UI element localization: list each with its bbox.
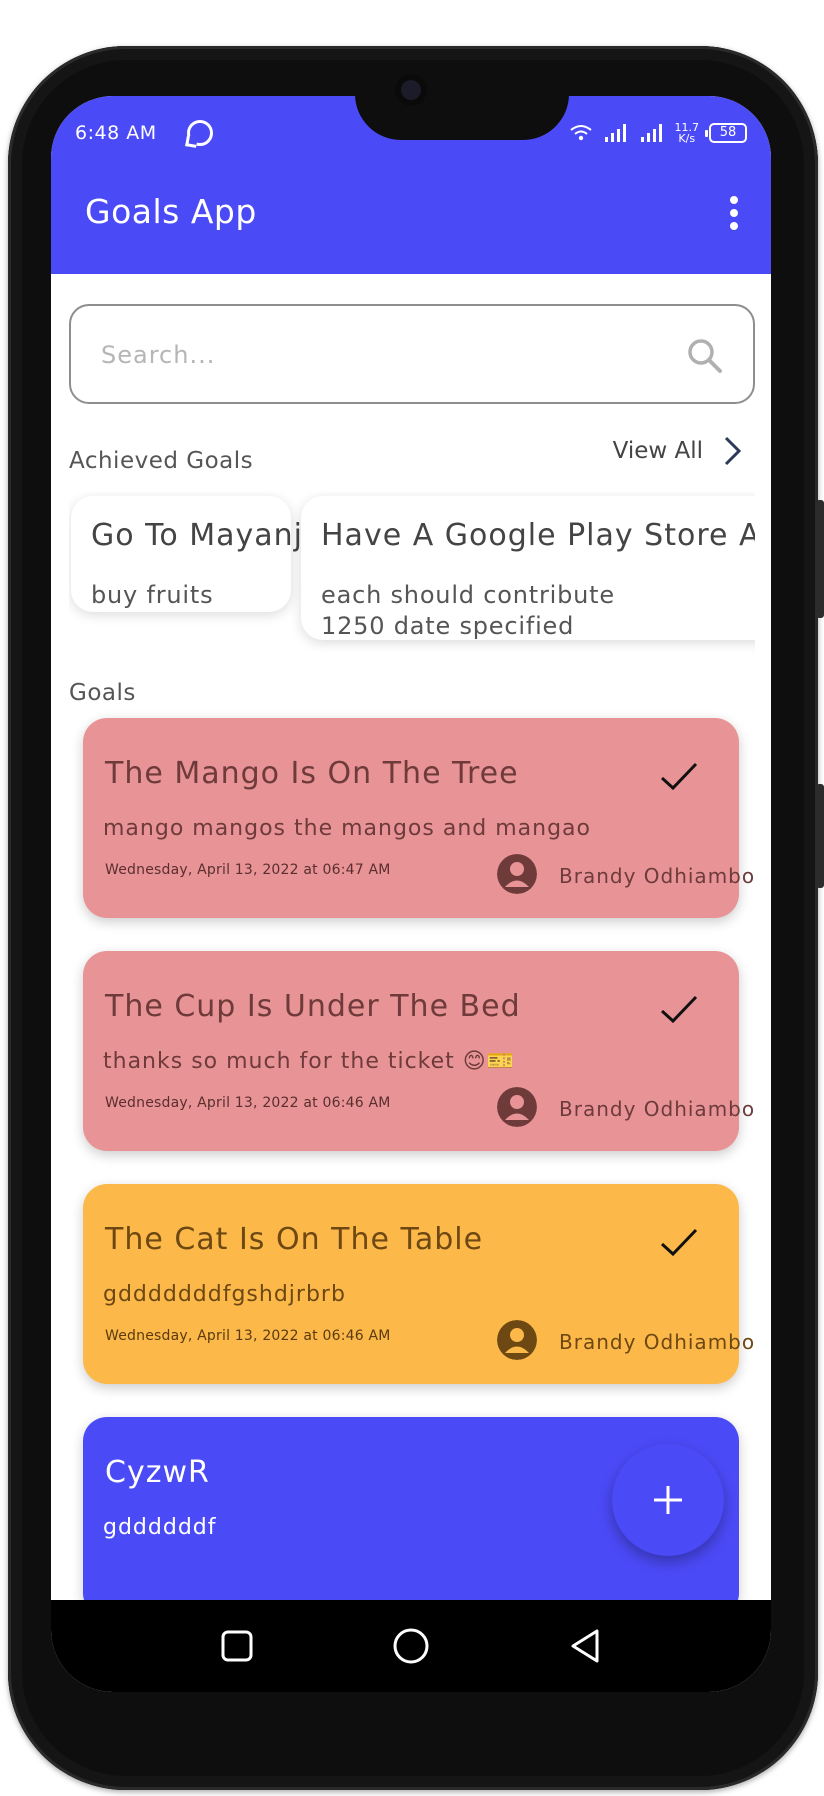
goal-card[interactable]: The Cat Is On The Table gdddddddfgshdjrb… [83, 1184, 754, 1384]
goal-date: Wednesday, April 13, 2022 at 06:47 AM [105, 862, 391, 878]
wifi-icon [569, 125, 592, 141]
app-title: Goals App [85, 192, 257, 231]
search-input[interactable] [99, 334, 663, 376]
goal-description: gdddddddfgshdjrbrb [103, 1282, 346, 1307]
check-icon[interactable] [659, 760, 699, 794]
goals-label: Goals [69, 680, 136, 706]
search-icon[interactable] [685, 336, 725, 376]
whatsapp-icon [187, 120, 213, 146]
goal-description: thanks so much for the ticket 😊🎫 [103, 1049, 516, 1074]
goal-card[interactable]: The Cup Is Under The Bed thanks so much … [83, 951, 754, 1151]
achieved-goal-title: Have A Google Play Store Ac [321, 518, 755, 553]
display-notch [355, 96, 569, 140]
phone-screen: 6:48 AM 11.7 K/s 58 Goals App Search... … [51, 96, 771, 1692]
goal-author: Brandy Odhiambo [559, 1330, 756, 1354]
goal-author: Brandy Odhiambo [559, 1097, 756, 1121]
goal-date: Wednesday, April 13, 2022 at 06:46 AM [105, 1095, 391, 1111]
goal-date: Wednesday, April 13, 2022 at 06:46 AM [105, 1328, 391, 1344]
goal-title: The Cat Is On The Table [105, 1222, 484, 1257]
goal-description: mango mangos the mangos and mangao [103, 816, 591, 841]
system-nav-bar [51, 1600, 771, 1692]
volume-button [816, 500, 824, 618]
goal-card[interactable]: The Mango Is On The Tree mango mangos th… [83, 718, 754, 918]
status-time: 6:48 AM [75, 122, 157, 144]
achieved-goals-list: Go To Mayanja buy fruits Have A Google P… [69, 492, 755, 682]
battery-icon: 58 [705, 123, 747, 143]
achieved-goal-card[interactable]: Have A Google Play Store Ac each should … [301, 496, 755, 640]
check-icon[interactable] [659, 993, 699, 1027]
achieved-goal-description: each should contribute 1250 date specifi… [321, 581, 615, 640]
avatar-icon [497, 1320, 537, 1360]
goal-title: CyzwR [105, 1455, 210, 1490]
avatar-icon [497, 854, 537, 894]
signal-icon [604, 124, 626, 142]
check-icon[interactable] [659, 1226, 699, 1260]
add-goal-button[interactable] [612, 1444, 724, 1556]
goal-title: The Mango Is On The Tree [105, 756, 519, 791]
achieved-goal-card[interactable]: Go To Mayanja buy fruits [71, 496, 321, 612]
goal-title: The Cup Is Under The Bed [105, 989, 521, 1024]
recents-square-icon[interactable] [217, 1626, 257, 1666]
plus-icon [654, 1486, 682, 1514]
goal-description: gddddddf [103, 1515, 217, 1540]
view-all-button[interactable]: View All [613, 436, 741, 466]
more-vert-icon[interactable] [729, 196, 739, 230]
front-camera [395, 74, 427, 106]
power-button [816, 784, 824, 888]
home-circle-icon[interactable] [391, 1626, 431, 1666]
status-icons: 11.7 K/s 58 [569, 121, 747, 145]
search-box[interactable] [69, 304, 755, 404]
goal-author: Brandy Odhiambo [559, 864, 756, 888]
view-all-label: View All [612, 438, 703, 464]
net-speed: 11.7 K/s [674, 121, 700, 145]
signal-icon [640, 124, 662, 142]
achieved-goal-title: Go To Mayanja [91, 518, 323, 553]
avatar-icon [497, 1087, 537, 1127]
back-triangle-icon[interactable] [565, 1626, 605, 1666]
chevron-right-icon [724, 436, 741, 466]
achieved-goals-label: Achieved Goals [69, 448, 254, 474]
